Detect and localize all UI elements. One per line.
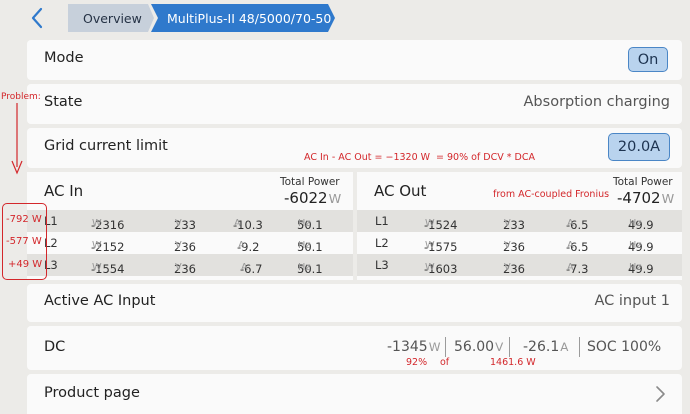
state-value: Absorption charging bbox=[523, 94, 670, 110]
state-row: State Absorption charging bbox=[27, 84, 682, 124]
mode-button[interactable]: On bbox=[628, 47, 668, 72]
active-ac-input-row: Active AC Input AC input 1 bbox=[27, 284, 682, 322]
annotation-arrow-icon bbox=[11, 103, 23, 175]
dc-row: DC -1345W 56.00V -26.1A SOC 100% bbox=[27, 326, 682, 370]
phase-name: L1 bbox=[375, 214, 389, 228]
divider bbox=[509, 337, 510, 357]
phase-name: L3 bbox=[375, 258, 389, 272]
ac-in-panel: AC In Total Power -6022W L1 -2316 W 233 V … bbox=[27, 172, 353, 280]
ac-in-total-label: Total Power bbox=[280, 176, 340, 188]
breadcrumb-device[interactable]: MultiPlus-II 48/5000/70-50 bbox=[151, 4, 335, 32]
grid-current-limit-button[interactable]: 20.0A bbox=[608, 133, 670, 161]
annotation-diff-l1: -792 W bbox=[6, 214, 42, 225]
grid-current-limit-label: Grid current limit bbox=[44, 138, 168, 154]
ac-out-total-value: -4702W bbox=[617, 189, 675, 207]
annotation-formula: AC In - AC Out = −1320 W bbox=[304, 152, 431, 163]
ac-out-phase-row: L2 -1575 W 236 V -6.5 A 49.9 Hz bbox=[375, 236, 654, 254]
ac-out-phase-row: L3 -1603 W 236 V -7.3 A 49.9 Hz bbox=[357, 254, 682, 276]
mode-row: Mode On bbox=[27, 40, 682, 80]
ac-in-phase-row: L1 -2316 W 233 V -10.3 A 50.1 Hz bbox=[27, 210, 353, 232]
phase-name: L2 bbox=[375, 236, 389, 250]
annotation-diff-l2: -577 W bbox=[6, 236, 42, 247]
active-ac-input-label: Active AC Input bbox=[44, 293, 156, 309]
chevron-right-icon bbox=[656, 386, 665, 402]
dc-label: DC bbox=[44, 339, 66, 355]
divider bbox=[445, 337, 446, 357]
ac-in-total-value: -6022W bbox=[284, 189, 342, 207]
annotation-product: 1461.6 W bbox=[490, 357, 536, 368]
ac-in-title: AC In bbox=[44, 182, 84, 200]
ac-in-phase-row: L2 -2152 W 236 V -9.2 A 50.1 Hz bbox=[44, 236, 323, 254]
dc-current: -26.1A bbox=[523, 339, 569, 355]
product-page-row[interactable]: Product page bbox=[27, 374, 682, 414]
state-label: State bbox=[44, 94, 83, 110]
top-bar: Overview MultiPlus-II 48/5000/70-50 bbox=[0, 0, 690, 36]
annotation-diff-l3: +49 W bbox=[8, 259, 43, 270]
ac-out-phase-row: L1 -1524 W 233 V -6.5 A 49.9 Hz bbox=[357, 210, 682, 232]
dc-voltage: 56.00V bbox=[454, 339, 504, 355]
dc-power: -1345W bbox=[387, 339, 441, 355]
annotation-problem: Problem: bbox=[1, 92, 41, 102]
annotation-fronius: from AC-coupled Fronius bbox=[493, 189, 610, 200]
ac-in-phase-row: L3 -1554 W 236 V -6.7 A 50.1 Hz bbox=[27, 254, 353, 276]
ac-out-title: AC Out bbox=[374, 182, 427, 200]
annotation-of: of bbox=[440, 357, 450, 368]
dc-soc: SOC 100% bbox=[587, 339, 662, 355]
breadcrumb-overview[interactable]: Overview bbox=[68, 4, 154, 32]
active-ac-input-value: AC input 1 bbox=[594, 293, 670, 309]
mode-label: Mode bbox=[44, 50, 84, 66]
annotation-percent: 92% bbox=[406, 357, 428, 368]
product-page-label: Product page bbox=[44, 385, 140, 401]
annotation-ratio: = 90% of DCV * DCA bbox=[436, 152, 535, 163]
ac-out-total-label: Total Power bbox=[613, 176, 673, 188]
back-arrow-icon[interactable] bbox=[26, 6, 50, 30]
divider bbox=[579, 337, 580, 357]
